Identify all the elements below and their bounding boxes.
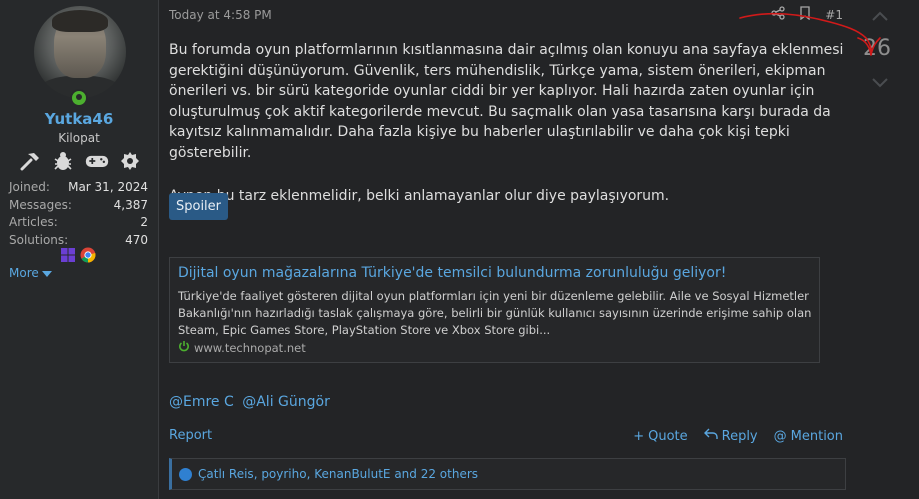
online-status-icon	[70, 89, 88, 107]
link-preview-description: Türkiye'de faaliyet gösteren dijital oyu…	[178, 289, 812, 337]
share-icon[interactable]	[771, 6, 785, 23]
mention-link[interactable]: @Emre C	[169, 394, 234, 410]
spoiler-button[interactable]: Spoiler	[169, 193, 228, 220]
vote-widget: 26	[849, 0, 919, 100]
stat-articles: Articles: 2	[9, 215, 148, 229]
mentions: @Emre C @Ali Güngör	[169, 394, 334, 410]
post-footer-actions: + Quote Reply @ Mention	[633, 428, 843, 444]
link-preview-card[interactable]: Dijital oyun mağazalarına Türkiye'de tem…	[169, 257, 820, 363]
post-timestamp[interactable]: Today at 4:58 PM	[169, 8, 272, 22]
reply-button[interactable]: Reply	[703, 428, 758, 444]
reactions-summary[interactable]: Çatlı Reis, poyriho, KenanBulutE and 22 …	[198, 467, 478, 481]
post-number-link[interactable]: #1	[825, 8, 843, 22]
user-badges	[18, 149, 142, 173]
power-icon	[178, 340, 190, 355]
gear-badge-icon[interactable]	[118, 150, 142, 172]
caret-down-icon	[41, 270, 52, 277]
report-link[interactable]: Report	[169, 428, 212, 443]
reactions-bar[interactable]: Çatlı Reis, poyriho, KenanBulutE and 22 …	[169, 458, 846, 490]
post: Today at 4:58 PM #1 26 Bu forumda oyun p…	[159, 0, 919, 499]
like-reaction-icon	[179, 468, 192, 481]
avatar[interactable]	[34, 6, 126, 98]
bug-icon[interactable]	[51, 150, 75, 172]
app-icons	[60, 247, 96, 267]
user-stats: Joined: Mar 31, 2024 Messages: 4,387 Art…	[9, 179, 148, 249]
user-sidebar: Yutka46 Kilopat Joined: Mar 31, 2024 Mes…	[0, 0, 159, 499]
plus-icon: +	[633, 428, 645, 444]
windows-icon	[60, 247, 76, 267]
quote-button[interactable]: + Quote	[633, 429, 687, 444]
gamepad-icon[interactable]	[85, 150, 109, 172]
hammer-icon[interactable]	[18, 150, 42, 172]
more-link[interactable]: More	[9, 266, 52, 280]
reply-icon	[703, 428, 718, 444]
user-title: Kilopat	[58, 131, 100, 145]
vote-count: 26	[863, 36, 891, 61]
post-paragraph: Bu forumda oyun platformlarının kısıtlan…	[169, 42, 844, 161]
post-body: Bu forumda oyun platformlarının kısıtlan…	[169, 40, 849, 206]
link-preview-title[interactable]: Dijital oyun mağazalarına Türkiye'de tem…	[178, 265, 726, 281]
at-icon: @	[773, 428, 787, 444]
mention-link[interactable]: @Ali Güngör	[242, 394, 330, 410]
post-header-actions: #1	[771, 6, 843, 23]
link-preview-domain: www.technopat.net	[178, 340, 306, 355]
chrome-icon	[80, 247, 96, 267]
upvote-chevron-icon[interactable]	[871, 6, 889, 27]
stat-joined: Joined: Mar 31, 2024	[9, 180, 148, 194]
downvote-chevron-icon[interactable]	[871, 72, 889, 93]
mention-button[interactable]: @ Mention	[774, 429, 843, 444]
bookmark-icon[interactable]	[799, 6, 811, 23]
post-paragraph: Aynen bu tarz eklenmelidir, belki anlama…	[169, 187, 670, 204]
stat-messages: Messages: 4,387	[9, 197, 148, 212]
username-link[interactable]: Yutka46	[0, 110, 158, 128]
